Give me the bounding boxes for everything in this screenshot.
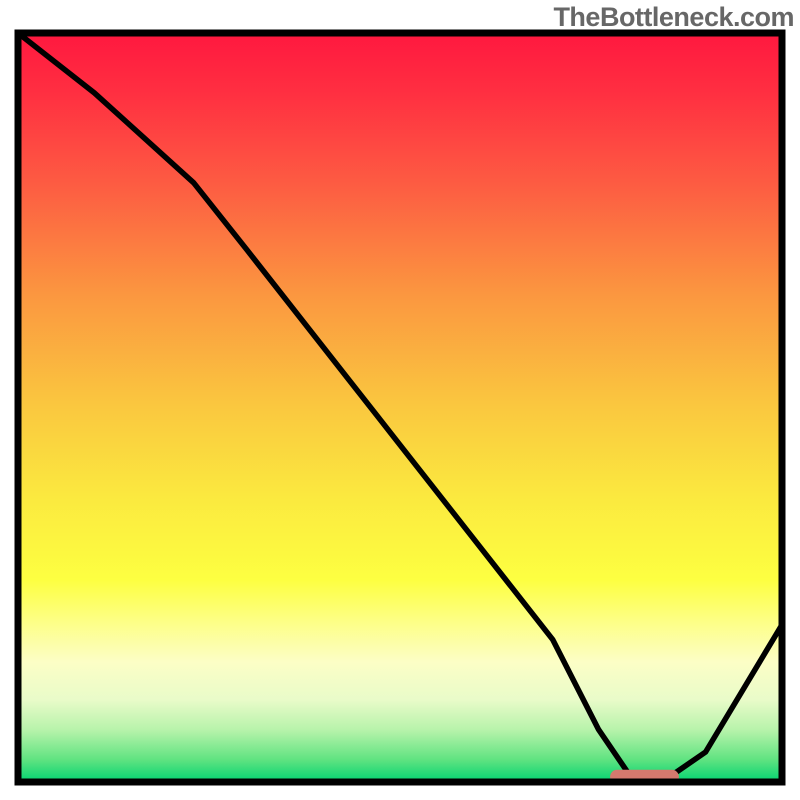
bottleneck-chart <box>0 0 800 800</box>
gradient-background <box>18 33 782 782</box>
watermark-text: TheBottleneck.com <box>553 2 794 33</box>
chart-container: TheBottleneck.com <box>0 0 800 800</box>
